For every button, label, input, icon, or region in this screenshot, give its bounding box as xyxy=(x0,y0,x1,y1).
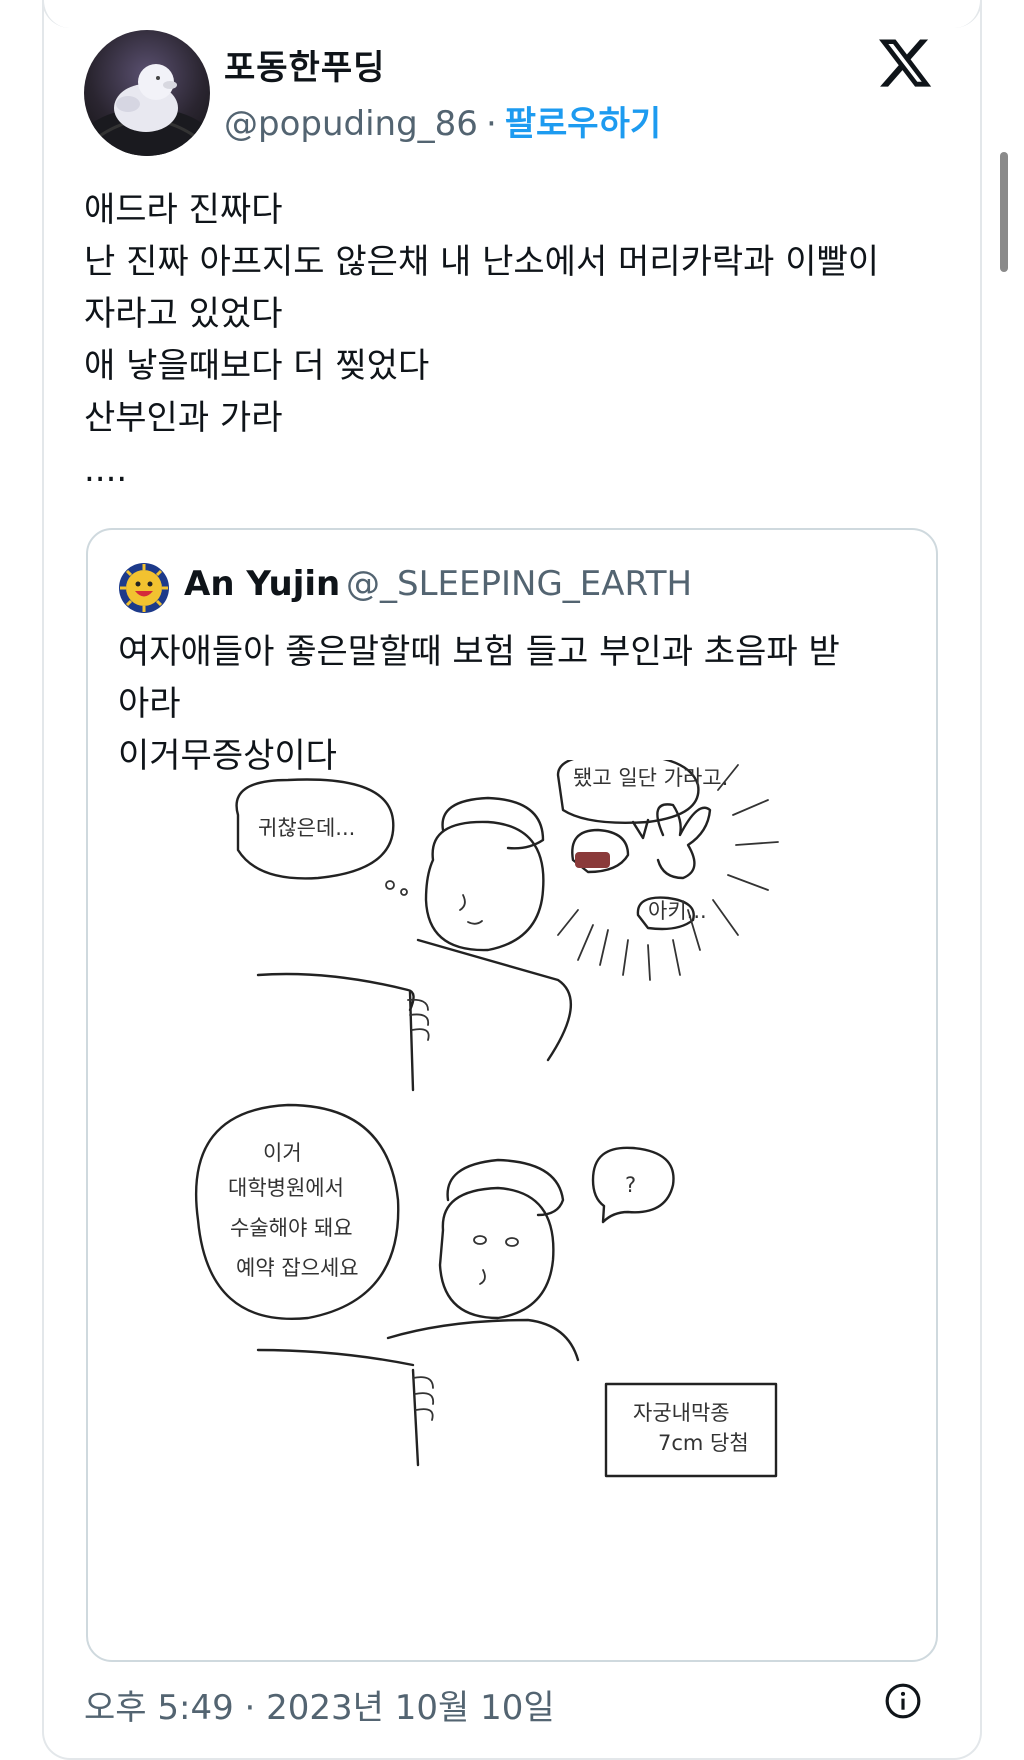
comic-note-line1: 자궁내막종 xyxy=(633,1401,730,1425)
quoted-tweet-text: 여자애들아 좋은말할때 보험 들고 부인과 초음파 받 아라 이거무증상이다 xyxy=(118,632,840,776)
comic-bubble-4-line3: 수술해야 돼요 xyxy=(230,1216,353,1240)
tweet-text: 애드라 진짜다 난 진짜 아프지도 않은채 내 난소에서 머리카락과 이빨이 자… xyxy=(84,190,880,490)
comic-bubble-4-line4: 예약 잡으세요 xyxy=(236,1256,359,1280)
comic-bubble-5: ? xyxy=(625,1173,636,1197)
quoted-tweet[interactable]: An Yujin @_SLEEPING_EARTH 여자애들아 좋은말할때 보험… xyxy=(86,528,938,1662)
comic-bubble-4-line2: 대학병원에서 xyxy=(228,1176,344,1200)
author-handle[interactable]: @popuding_86 xyxy=(224,104,478,144)
author-handle-row: @popuding_86 · 팔로우하기 xyxy=(224,96,661,145)
comic-bubble-1: 귀찮은데... xyxy=(258,816,355,840)
author-avatar[interactable] xyxy=(84,30,210,156)
author-name[interactable]: 포동한푸딩 xyxy=(224,40,385,89)
info-icon[interactable] xyxy=(884,1682,922,1720)
comic-bubble-3: 아키... xyxy=(648,899,707,923)
comic-bubble-2: 됐고 일단 가라고. xyxy=(573,766,728,790)
quoted-author-name[interactable]: An Yujin xyxy=(184,564,340,604)
separator-dot: · xyxy=(485,104,497,144)
comic-note-line2: 7cm 당첨 xyxy=(658,1431,749,1455)
follow-button[interactable]: 팔로우하기 xyxy=(505,104,661,144)
tweet-timestamp[interactable]: 오후 5:49 · 2023년 10월 10일 xyxy=(84,1680,555,1729)
scrollbar[interactable] xyxy=(1000,152,1008,272)
quoted-author-avatar[interactable] xyxy=(118,562,170,614)
comic-image[interactable]: 귀찮은데... 됐고 일단 가라고. 아키... 이거 대학병원에서 수술해야 … xyxy=(88,760,936,1640)
quoted-author-handle[interactable]: @_SLEEPING_EARTH xyxy=(346,564,692,604)
x-logo-icon[interactable] xyxy=(876,34,934,92)
comic-bubble-4-line1: 이거 xyxy=(263,1141,302,1165)
